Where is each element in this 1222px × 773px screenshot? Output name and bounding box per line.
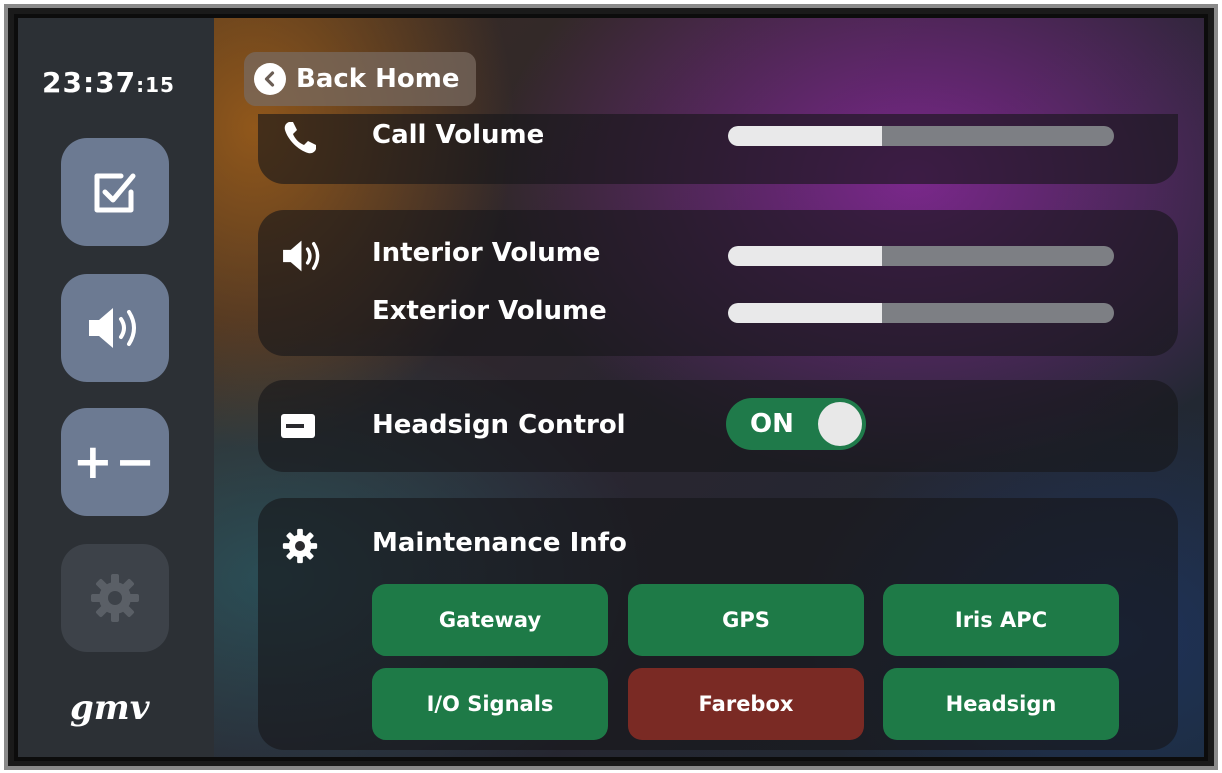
volume-card: Interior Volume Exterior Volume	[258, 210, 1178, 356]
io-signals-button[interactable]: I/O Signals	[372, 668, 608, 740]
screen: 23:37:15 +− gmv Back Home Call Volume In…	[14, 14, 1208, 761]
settings-panel: Back Home Call Volume Interior Volume Ex	[214, 18, 1204, 757]
exterior-volume-slider[interactable]	[728, 303, 1114, 323]
display-icon	[281, 414, 315, 438]
headsign-control-label: Headsign Control	[372, 410, 626, 440]
maintenance-info-card: Maintenance Info Gateway GPS Iris APC I/…	[258, 498, 1178, 750]
farebox-button[interactable]: Farebox	[628, 668, 864, 740]
clock-seconds: :15	[136, 73, 175, 97]
call-volume-label: Call Volume	[372, 120, 545, 150]
gps-button[interactable]: GPS	[628, 584, 864, 656]
plus-minus-icon: +−	[72, 434, 158, 490]
headsign-button[interactable]: Headsign	[883, 668, 1119, 740]
side-rail: 23:37:15 +− gmv	[18, 18, 214, 757]
rail-volume-button[interactable]	[61, 274, 169, 382]
phone-icon	[284, 122, 316, 154]
clock-time: 23:37	[42, 66, 137, 99]
rail-adjust-button[interactable]: +−	[61, 408, 169, 516]
clock: 23:37:15	[42, 66, 175, 99]
toggle-knob	[818, 402, 862, 446]
call-volume-slider[interactable]	[728, 126, 1114, 146]
speaker-icon	[89, 308, 136, 348]
headsign-control-card: Headsign Control ON	[258, 380, 1178, 472]
toggle-state-label: ON	[750, 409, 794, 439]
maintenance-info-label: Maintenance Info	[372, 528, 627, 558]
rail-checklist-button[interactable]	[61, 138, 169, 246]
interior-volume-slider[interactable]	[728, 246, 1114, 266]
gear-icon	[91, 574, 139, 622]
back-home-button[interactable]: Back Home	[244, 52, 476, 106]
exterior-volume-label: Exterior Volume	[372, 296, 607, 326]
call-volume-card: Call Volume	[258, 114, 1178, 184]
back-home-label: Back Home	[296, 64, 460, 94]
chevron-left-icon	[254, 63, 286, 95]
interior-volume-fill	[728, 246, 883, 266]
interior-volume-label: Interior Volume	[372, 238, 601, 268]
call-volume-fill	[728, 126, 883, 146]
rail-settings-button[interactable]	[61, 544, 169, 652]
exterior-volume-fill	[728, 303, 883, 323]
gateway-button[interactable]: Gateway	[372, 584, 608, 656]
gear-icon	[282, 528, 318, 564]
headsign-control-toggle[interactable]: ON	[726, 398, 866, 450]
checklist-icon	[94, 173, 136, 213]
gmv-logo: gmv	[70, 688, 150, 728]
iris-apc-button[interactable]: Iris APC	[883, 584, 1119, 656]
speaker-icon	[283, 240, 320, 272]
